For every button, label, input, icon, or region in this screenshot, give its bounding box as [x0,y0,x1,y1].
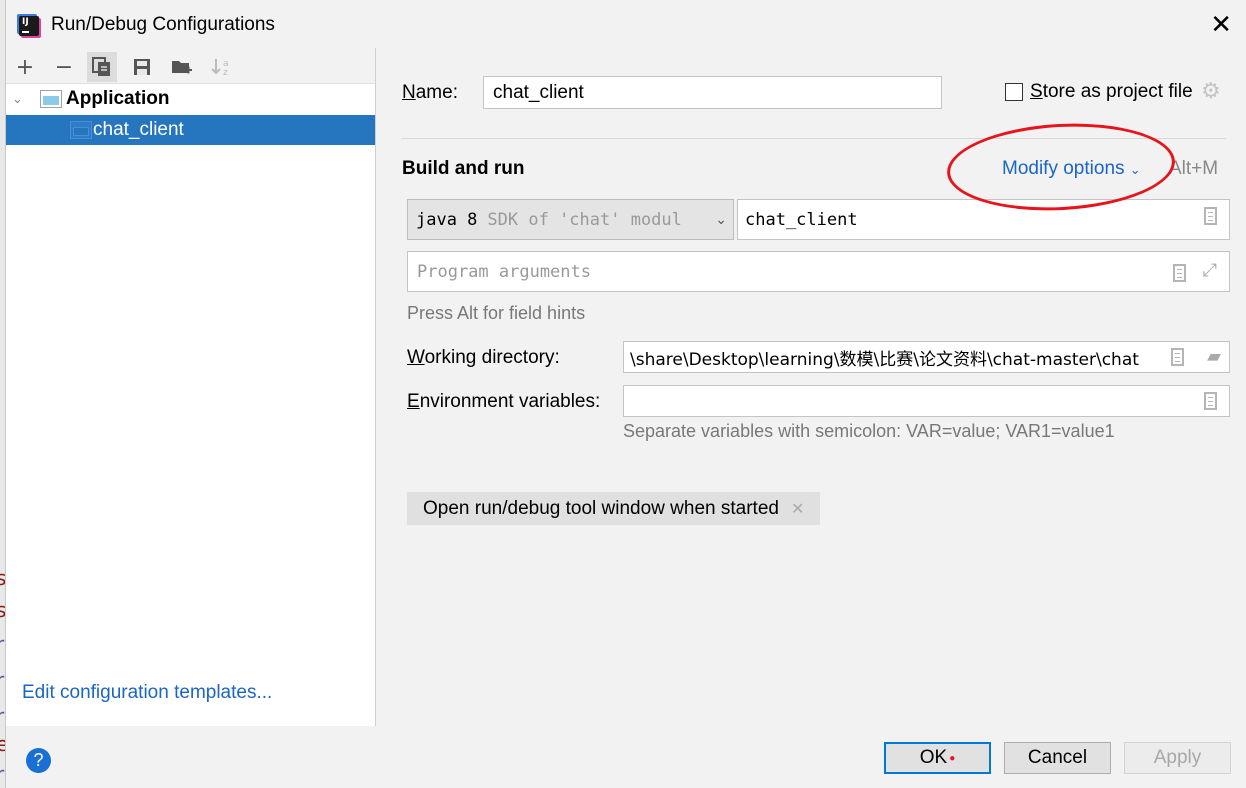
modify-options-shortcut: Alt+M [1169,158,1219,179]
program-arguments-input[interactable]: Program arguments ⤢ [407,251,1230,292]
option-chip-label: Open run/debug tool window when started [423,497,779,519]
remove-option-icon[interactable]: ✕ [791,499,804,518]
add-icon[interactable]: + [10,52,40,82]
configurations-tree: ⌄ Application chat_client Edit configura… [6,83,375,726]
run-debug-dialog: Run/Debug Configurations ✕ + − az ⌄ App [5,0,1246,788]
store-as-project-file-checkbox[interactable] [1005,83,1023,101]
ok-button[interactable]: OK ● [884,742,991,774]
background-glyph: r [0,762,5,786]
sdk-version: java 8 [416,209,478,230]
remove-icon[interactable]: − [49,52,79,82]
working-directory-value: \share\Desktop\learning\数模\比赛\论文资料\chat-… [630,349,1139,370]
name-input-value: chat_client [493,81,584,103]
gear-icon[interactable]: ⚙ [1201,79,1221,104]
expand-icon[interactable]: ⤢ [1203,260,1217,281]
section-title-build-and-run: Build and run [402,158,525,179]
intellij-logo-icon [19,16,39,36]
modify-options-link[interactable]: Modify options ⌄ [1002,158,1141,180]
tree-group-label: Application [66,88,170,109]
chevron-down-icon: ⌄ [1129,162,1141,177]
new-folder-icon[interactable] [167,52,197,82]
name-label: Name: [402,82,458,103]
environment-variables-hint: Separate variables with semicolon: VAR=v… [623,421,1115,441]
field-hints-text: Press Alt for field hints [407,303,586,323]
environment-variables-input[interactable] [623,385,1230,417]
configurations-pane: + − az ⌄ Application chat_client Edit co… [6,48,376,726]
working-directory-label: Working directory: [407,347,560,368]
edit-environment-icon[interactable] [1204,392,1217,410]
program-arguments-placeholder: Program arguments [417,261,591,282]
background-glyph: r [0,632,5,656]
dialog-title: Run/Debug Configurations [51,14,275,35]
close-icon[interactable]: ✕ [1210,10,1232,40]
apply-button[interactable]: Apply [1124,742,1231,774]
chevron-down-icon[interactable]: ⌄ [12,92,23,107]
title-bar: Run/Debug Configurations ✕ [6,0,1246,48]
option-chip-open-tool-window: Open run/debug tool window when started … [407,492,821,525]
main-class-value: chat_client [745,209,858,230]
browse-class-icon[interactable] [1204,207,1217,225]
cancel-button[interactable]: Cancel [1004,742,1111,774]
separator [401,138,1226,139]
main-class-input[interactable]: chat_client [737,199,1230,240]
application-icon [70,121,92,139]
help-icon[interactable]: ? [26,748,51,773]
ok-button-label: OK [919,747,948,768]
tree-group-application[interactable]: ⌄ Application [6,84,375,114]
environment-variables-label: Environment variables: [407,391,601,412]
save-icon[interactable] [127,52,157,82]
application-icon [40,90,62,108]
config-toolbar: + − az [6,48,375,83]
edit-configuration-templates-link[interactable]: Edit configuration templates... [22,682,272,704]
sort-icon[interactable]: az [206,52,236,82]
jre-selector[interactable]: java 8 SDK of 'chat' modul ⌄ [407,199,734,240]
tree-item-chat-client[interactable]: chat_client [6,115,375,145]
sdk-detail: SDK of 'chat' modul [487,209,682,230]
copy-icon[interactable] [87,52,117,82]
background-glyph: r [0,668,5,692]
tree-item-label: chat_client [93,119,184,140]
background-glyph: r [0,704,5,728]
modify-options-label: Modify options [1002,158,1125,179]
folder-open-icon[interactable]: ▰ [1207,346,1221,367]
store-as-project-file-label[interactable]: Store as project file [1030,81,1193,103]
chevron-down-icon: ⌄ [715,211,727,227]
name-label-text: ame: [415,82,458,103]
svg-text:z: z [223,68,228,77]
insert-macro-icon[interactable] [1171,348,1184,366]
name-input[interactable]: chat_client [483,76,942,109]
insert-macro-icon[interactable] [1173,264,1186,282]
annotation-dot: ● [949,752,956,764]
working-directory-input[interactable]: \share\Desktop\learning\数模\比赛\论文资料\chat-… [623,341,1230,373]
